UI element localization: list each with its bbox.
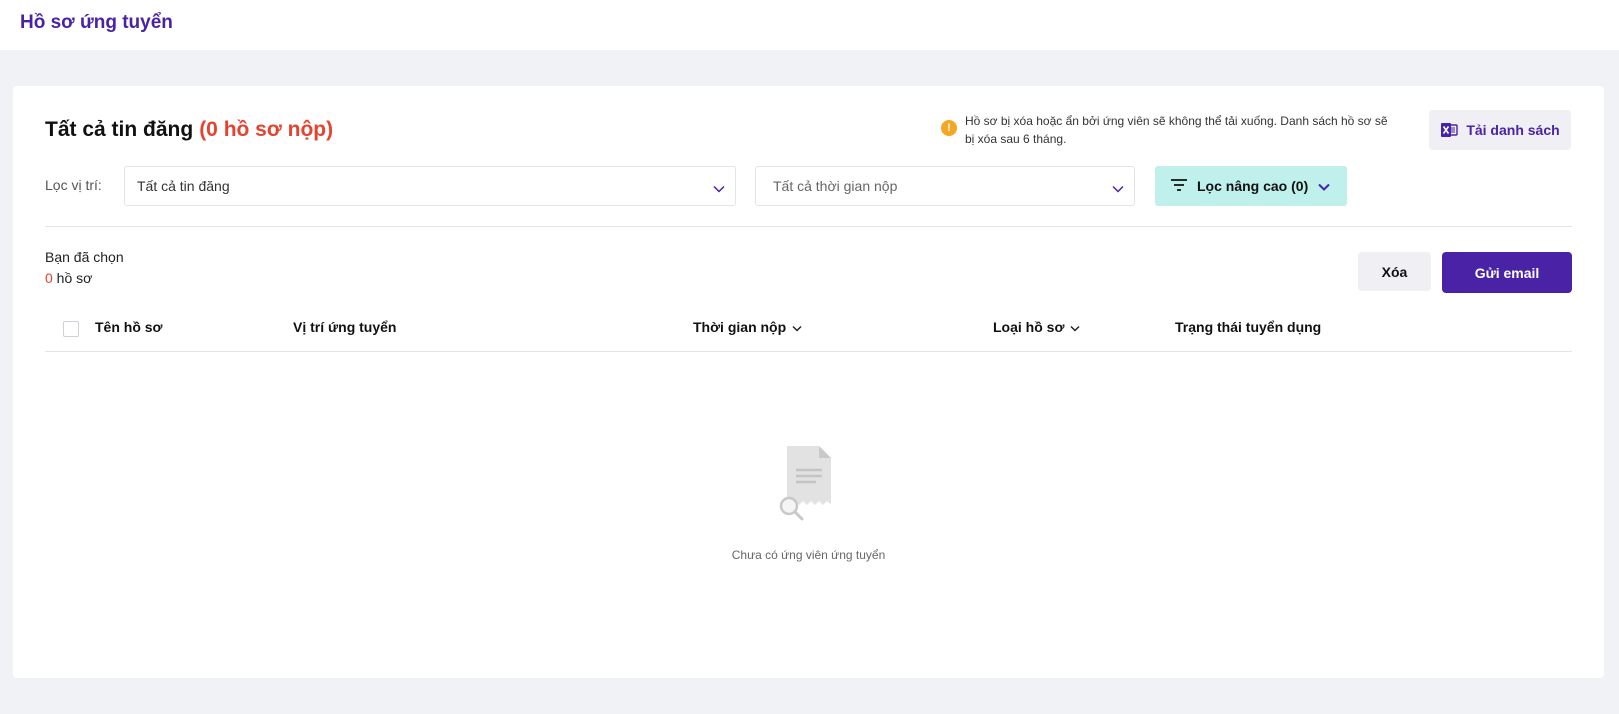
selection-count-line: 0 hồ sơ (45, 268, 124, 289)
selection-label: Bạn đã chọn (45, 249, 124, 265)
notice-text: Hồ sơ bị xóa hoặc ẩn bởi ứng viên sẽ khô… (965, 114, 1388, 146)
download-list-label: Tải danh sách (1466, 122, 1560, 138)
column-header-status-label: Trạng thái tuyển dụng (1175, 319, 1322, 335)
filter-icon (1171, 178, 1187, 194)
advanced-filter-button[interactable]: Lọc nâng cao (0) (1155, 166, 1347, 206)
selection-summary: Bạn đã chọn 0 hồ sơ (45, 247, 124, 289)
submit-time-select-value: Tất cả thời gian nộp (773, 178, 898, 194)
section-heading: Tất cả tin đăng (0 hồ sơ nộp) (45, 118, 333, 142)
advanced-filter-label: Lọc nâng cao (0) (1197, 178, 1309, 194)
divider (45, 226, 1572, 227)
heading-count: (0 hồ sơ nộp) (199, 118, 334, 141)
empty-document-icon (771, 444, 851, 524)
column-header-submit-time-label: Thời gian nộp (693, 319, 787, 335)
notice: ! Hồ sơ bị xóa hoặc ẩn bởi ứng viên sẽ k… (941, 112, 1401, 148)
submit-time-select[interactable]: Tất cả thời gian nộp (755, 166, 1135, 206)
column-header-status: Trạng thái tuyển dụng (1175, 319, 1321, 335)
chevron-down-icon (1112, 180, 1124, 196)
position-select[interactable]: Tất cả tin đăng (124, 166, 736, 206)
column-header-position: Vị trí ứng tuyển (293, 319, 396, 335)
delete-button[interactable]: Xóa (1358, 252, 1431, 291)
chevron-down-icon (1070, 319, 1080, 335)
table-header: Tên hồ sơ Vị trí ứng tuyển Thời gian nộp… (45, 306, 1572, 352)
column-header-submit-time[interactable]: Thời gian nộp (693, 319, 802, 335)
warning-icon: ! (941, 120, 957, 136)
applications-card: Tất cả tin đăng (0 hồ sơ nộp) ! Hồ sơ bị … (13, 86, 1604, 678)
top-bar: Hồ sơ ứng tuyển (0, 0, 1619, 50)
chevron-down-icon (1318, 178, 1330, 194)
selection-count: 0 (45, 270, 53, 286)
column-header-type-label: Loại hồ sơ (993, 319, 1065, 335)
filter-label: Lọc vị trí: (45, 177, 102, 193)
excel-icon (1440, 122, 1459, 138)
column-header-name: Tên hồ sơ (95, 319, 163, 335)
chevron-down-icon (792, 319, 802, 335)
column-header-position-label: Vị trí ứng tuyển (293, 319, 397, 335)
select-all-checkbox[interactable] (63, 321, 79, 337)
page-title: Hồ sơ ứng tuyển (20, 12, 173, 33)
column-header-type[interactable]: Loại hồ sơ (993, 319, 1080, 335)
position-select-value: Tất cả tin đăng (137, 178, 230, 194)
selection-unit: hồ sơ (52, 270, 93, 286)
column-header-name-label: Tên hồ sơ (95, 319, 163, 335)
heading-text: Tất cả tin đăng (45, 118, 194, 141)
empty-state-message: Chưa có ứng viên ứng tuyển (731, 548, 886, 562)
send-email-button[interactable]: Gửi email (1442, 252, 1572, 293)
download-list-button[interactable]: Tải danh sách (1429, 110, 1571, 150)
chevron-down-icon (713, 180, 725, 196)
